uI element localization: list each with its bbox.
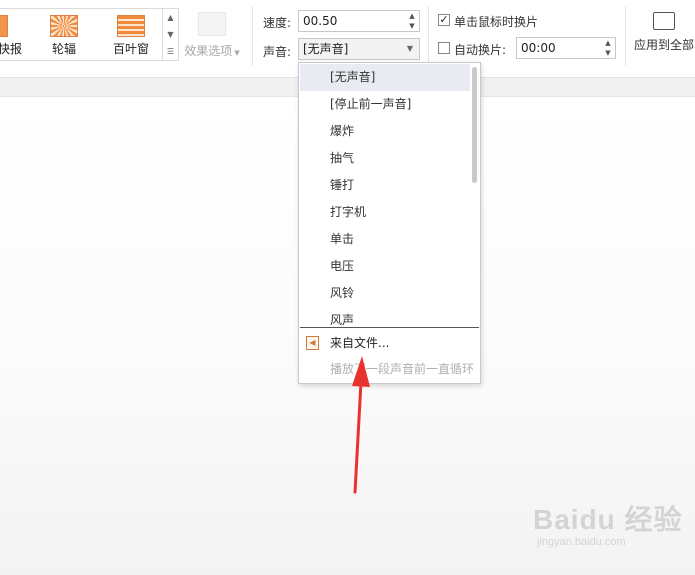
annotation-arrow-icon: [352, 356, 370, 494]
watermark-brand: Baidu 经验: [533, 504, 683, 535]
baidu-watermark: Baidu 经验 jingyan.baidu.com: [533, 498, 683, 548]
